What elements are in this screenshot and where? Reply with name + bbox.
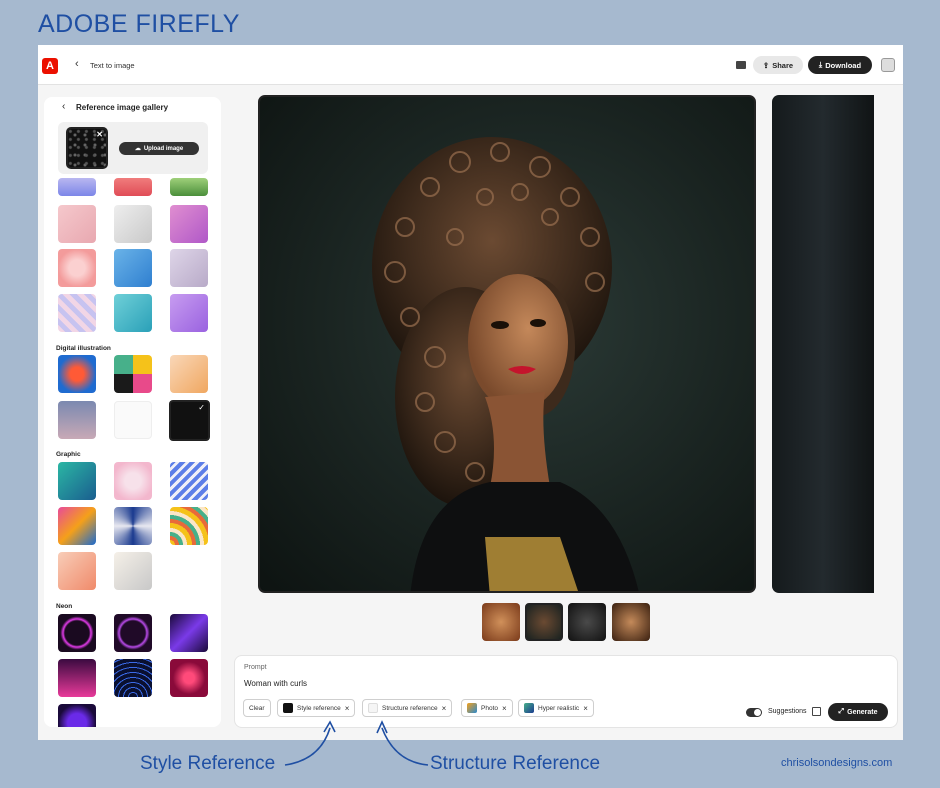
variant-thumbnail-3[interactable] <box>568 603 606 641</box>
generate-icon: ⤢ <box>838 708 845 715</box>
gallery-tile[interactable] <box>58 178 96 196</box>
download-button[interactable]: ⤓ Download <box>808 56 872 74</box>
gallery-tile[interactable] <box>170 249 208 287</box>
gallery-tile[interactable] <box>58 507 96 545</box>
photo-icon <box>467 703 477 713</box>
structure-reference-thumbnail <box>368 703 378 713</box>
close-icon[interactable]: × <box>583 704 588 713</box>
credit-text: chrisolsondesigns.com <box>781 757 893 769</box>
share-button[interactable]: ⇪ Share <box>753 56 803 74</box>
upload-area: ✕ ☁ Upload image <box>58 122 208 174</box>
hyper-realistic-icon <box>524 703 534 713</box>
style-reference-chip[interactable]: Style reference × <box>277 699 356 717</box>
close-icon[interactable]: × <box>345 704 350 713</box>
gallery-tile[interactable] <box>114 552 152 590</box>
panel-title: Reference image gallery <box>76 103 169 112</box>
share-icon: ⇪ <box>762 60 770 70</box>
chevron-left-icon[interactable]: ‹ <box>62 101 65 112</box>
generated-image-main[interactable] <box>258 95 756 593</box>
gallery-tile[interactable] <box>58 205 96 243</box>
style-reference-thumbnail <box>283 703 293 713</box>
gallery-tile[interactable] <box>114 462 152 500</box>
generate-button[interactable]: ⤢ Generate <box>828 703 888 721</box>
gallery-tile[interactable] <box>170 462 208 500</box>
gallery-tile[interactable] <box>58 249 96 287</box>
comment-icon[interactable] <box>736 61 746 69</box>
gallery-tile-selected[interactable]: ✓ <box>169 400 210 441</box>
checkmark-icon: ✓ <box>198 403 205 412</box>
gallery-tile[interactable] <box>114 205 152 243</box>
photo-chip[interactable]: Photo × <box>461 699 513 717</box>
gallery-tile[interactable] <box>114 401 152 439</box>
category-label: Digital illustration <box>56 345 111 352</box>
close-icon[interactable]: × <box>502 704 507 713</box>
download-icon: ⤓ <box>818 60 823 69</box>
generated-image-next[interactable] <box>772 95 874 593</box>
prompt-panel: Prompt Woman with curls Clear Style refe… <box>234 655 898 728</box>
gallery-tile[interactable] <box>114 249 152 287</box>
adobe-logo-icon[interactable]: A <box>42 58 58 74</box>
download-label: Download <box>825 60 862 70</box>
upload-label: Upload image <box>143 145 184 152</box>
style-reference-annotation: Style Reference <box>140 753 276 774</box>
page-heading: ADOBE FIREFLY <box>38 10 240 38</box>
gallery-tile[interactable] <box>114 355 152 393</box>
close-icon[interactable]: ✕ <box>96 130 103 139</box>
firefly-app-window: A ‹ Text to image ⇪ Share ⤓ Download ‹ R… <box>38 45 903 740</box>
gallery-tile[interactable] <box>58 552 96 590</box>
chevron-left-icon[interactable]: ‹ <box>75 58 79 70</box>
breadcrumb[interactable]: Text to image <box>90 61 135 70</box>
gallery-tile[interactable] <box>170 507 208 545</box>
cloud-upload-icon: ☁ <box>134 146 141 152</box>
variant-thumbnail-4[interactable] <box>612 603 650 641</box>
structure-reference-annotation: Structure Reference <box>430 753 601 774</box>
hyper-realistic-chip[interactable]: Hyper realistic × <box>518 699 594 717</box>
gallery-tile[interactable] <box>58 462 96 500</box>
gallery-tile[interactable] <box>58 355 96 393</box>
avatar[interactable] <box>881 58 895 72</box>
variant-thumbnail-1[interactable] <box>482 603 520 641</box>
suggestions-label: Suggestions <box>768 708 807 715</box>
gallery-tile[interactable] <box>170 355 208 393</box>
suggestions-toggle[interactable] <box>746 708 762 717</box>
chip-label: Photo <box>481 704 498 712</box>
chip-label: Structure reference <box>382 704 438 712</box>
generate-label: Generate <box>847 708 878 716</box>
chip-label: Hyper realistic <box>538 704 580 712</box>
gallery-tile[interactable] <box>114 659 152 697</box>
chip-label: Style reference <box>297 704 341 712</box>
gallery-tile[interactable] <box>58 401 96 439</box>
suggestions-icon[interactable] <box>812 707 821 716</box>
gallery-tile[interactable] <box>58 614 96 652</box>
variant-thumbnail-2[interactable] <box>525 603 563 641</box>
prompt-label: Prompt <box>244 664 267 671</box>
gallery-tile[interactable] <box>58 704 96 727</box>
top-bar: A ‹ Text to image ⇪ Share ⤓ Download <box>38 45 903 85</box>
category-label: Neon <box>56 603 73 610</box>
gallery-tile[interactable] <box>170 178 208 196</box>
portrait-image <box>372 137 639 591</box>
selected-reference-thumbnail[interactable]: ✕ <box>66 127 108 169</box>
gallery-tile[interactable] <box>114 614 152 652</box>
category-label: Graphic <box>56 451 81 458</box>
clear-button[interactable]: Clear <box>243 699 271 717</box>
close-icon[interactable]: × <box>442 704 447 713</box>
reference-gallery-panel: ‹ Reference image gallery ✕ ☁ Upload ima… <box>44 97 221 727</box>
upload-image-button[interactable]: ☁ Upload image <box>119 142 199 155</box>
toggle-knob <box>754 709 761 716</box>
prompt-input[interactable]: Woman with curls <box>244 679 307 688</box>
gallery-tile[interactable] <box>58 294 96 332</box>
structure-reference-chip[interactable]: Structure reference × <box>362 699 453 717</box>
gallery-tile[interactable] <box>170 294 208 332</box>
gallery-tile[interactable] <box>170 614 208 652</box>
share-label: Share <box>772 60 794 70</box>
gallery-tile[interactable] <box>170 659 208 697</box>
clear-label: Clear <box>249 704 265 712</box>
gallery-tile[interactable] <box>114 178 152 196</box>
gallery-tile[interactable] <box>58 659 96 697</box>
gallery-tile[interactable] <box>170 205 208 243</box>
gallery-tile[interactable] <box>114 294 152 332</box>
gallery-tile[interactable] <box>114 507 152 545</box>
